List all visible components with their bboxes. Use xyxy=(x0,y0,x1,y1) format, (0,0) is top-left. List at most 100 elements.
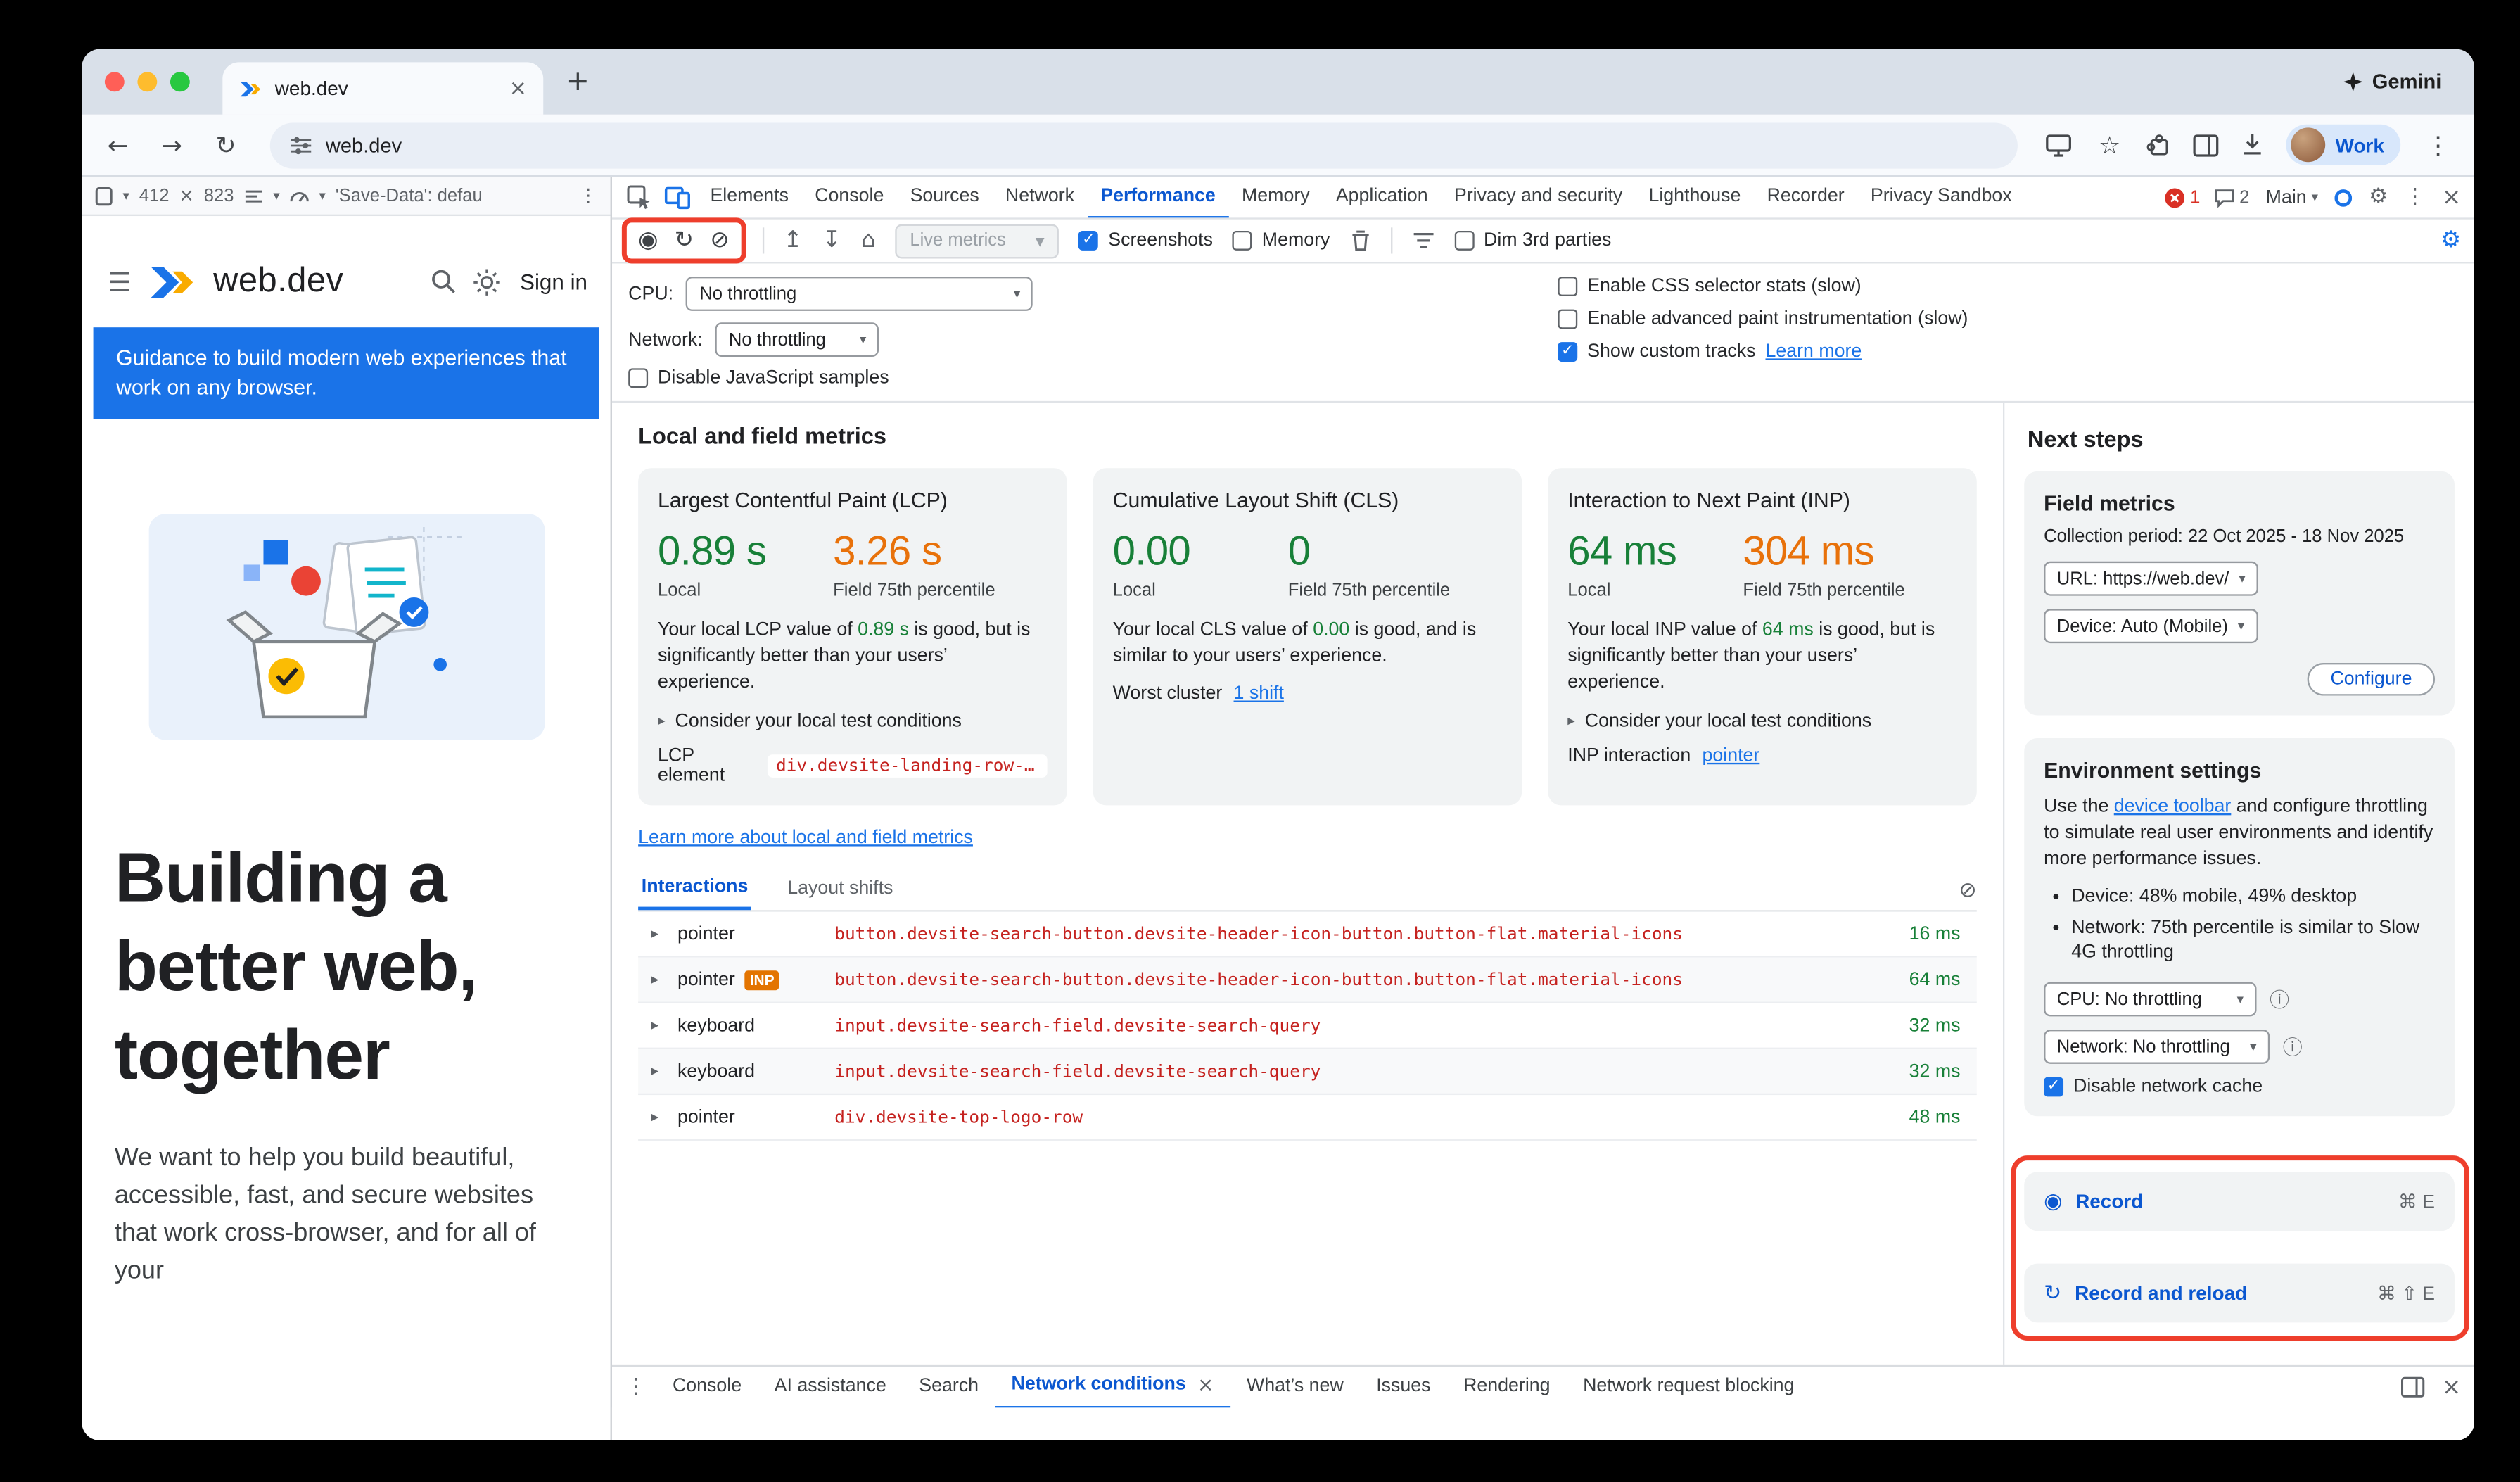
tab-privacy-security[interactable]: Privacy and security xyxy=(1441,177,1636,218)
address-bar[interactable]: web.dev xyxy=(270,122,2018,167)
save-profile-icon[interactable]: ↧ xyxy=(822,227,841,253)
context-selector[interactable]: Main xyxy=(2266,187,2307,207)
interaction-row[interactable]: ▸ keyboard input.devsite-search-field.de… xyxy=(638,1003,1977,1049)
memory-checkbox[interactable]: Memory xyxy=(1233,231,1330,251)
lcp-test-conditions-expander[interactable]: ▸ Consider your local test conditions xyxy=(658,712,1048,732)
lcp-element-chip[interactable]: div.devsite-landing-row-ite… xyxy=(768,754,1047,778)
tab-interactions[interactable]: Interactions xyxy=(638,878,751,911)
expander-icon[interactable]: ▸ xyxy=(651,1018,677,1034)
devtools-kebab-icon[interactable]: ⋮ xyxy=(2404,185,2425,210)
inp-interaction-link[interactable]: pointer xyxy=(1703,747,1760,766)
close-drawer-icon[interactable]: × xyxy=(2442,1374,2461,1400)
expander-icon[interactable]: ▸ xyxy=(651,971,677,987)
field-url-select[interactable]: URL: https://web.dev/ ▾ xyxy=(2044,562,2258,596)
chevron-down-icon[interactable]: ▾ xyxy=(122,188,129,203)
interaction-row[interactable]: ▸ pointer div.devsite-top-logo-row 48 ms xyxy=(638,1095,1977,1141)
drawer-tab-search[interactable]: Search xyxy=(903,1366,995,1408)
configure-button[interactable]: Configure xyxy=(2308,663,2435,696)
tab-recorder[interactable]: Recorder xyxy=(1754,177,1857,218)
drawer-tab-ai-assistance[interactable]: AI assistance xyxy=(758,1366,903,1408)
env-cpu-select[interactable]: CPU: No throttling ▾ xyxy=(2044,982,2256,1017)
capture-settings-gear-icon[interactable]: ⚙ xyxy=(2441,227,2461,253)
devtools-settings-gear-icon[interactable]: ⚙ xyxy=(2369,185,2388,210)
webdev-logo-icon[interactable] xyxy=(148,265,197,299)
record-and-reload-icon[interactable]: ↻ xyxy=(675,227,694,253)
browser-tab[interactable]: web.dev × xyxy=(222,62,543,114)
interaction-row[interactable]: ▸ keyboard input.devsite-search-field.de… xyxy=(638,1049,1977,1095)
drawer-tab-whats-new[interactable]: What’s new xyxy=(1230,1366,1360,1408)
dock-side-icon[interactable] xyxy=(2401,1376,2426,1398)
drawer-tab-issues[interactable]: Issues xyxy=(1360,1366,1447,1408)
tab-application[interactable]: Application xyxy=(1323,177,1441,218)
tab-close-icon[interactable]: × xyxy=(509,76,527,101)
css-selector-stats-checkbox[interactable]: Enable CSS selector stats (slow) xyxy=(1558,277,1968,296)
save-data-override[interactable]: 'Save-Data': defau xyxy=(336,186,483,205)
tab-performance[interactable]: Performance xyxy=(1088,177,1229,218)
device-toolbar-link[interactable]: device toolbar xyxy=(2114,797,2232,817)
theme-toggle-sun-icon[interactable] xyxy=(473,267,501,296)
clear-interactions-icon[interactable]: ⊘ xyxy=(1959,878,1976,909)
reload-page-button[interactable]: ↻ xyxy=(210,130,243,160)
minimize-window-button[interactable] xyxy=(137,72,157,91)
tab-network[interactable]: Network xyxy=(992,177,1087,218)
learn-field-metrics-link[interactable]: Learn more about local and field metrics xyxy=(638,828,973,848)
checkbox-checked[interactable] xyxy=(2044,1077,2063,1096)
info-icon[interactable]: ⓘ xyxy=(2270,985,2289,1013)
tab-console[interactable]: Console xyxy=(802,177,897,218)
checkbox-unchecked[interactable] xyxy=(1233,231,1252,251)
error-badge-icon[interactable] xyxy=(2165,187,2185,207)
devtools-close-icon[interactable]: × xyxy=(2442,184,2461,210)
tab-privacy-sandbox[interactable]: Privacy Sandbox xyxy=(1857,177,2025,218)
interaction-row[interactable]: ▸ pointer button.devsite-search-button.d… xyxy=(638,912,1977,958)
disable-js-samples-checkbox[interactable]: Disable JavaScript samples xyxy=(628,368,1545,388)
interaction-row[interactable]: ▸ pointer INP button.devsite-search-butt… xyxy=(638,958,1977,1003)
checkbox-unchecked[interactable] xyxy=(1558,310,1577,329)
env-network-select[interactable]: Network: No throttling ▾ xyxy=(2044,1030,2270,1064)
cls-worst-cluster-link[interactable]: 1 shift xyxy=(1234,684,1284,704)
show-custom-tracks-checkbox[interactable]: Show custom tracks Learn more xyxy=(1558,342,1968,362)
checkbox-checked[interactable] xyxy=(1078,231,1098,251)
error-count[interactable]: 1 xyxy=(2190,187,2200,207)
zoom-window-button[interactable] xyxy=(170,72,190,91)
tab-sources[interactable]: Sources xyxy=(897,177,992,218)
cpu-throttling-select[interactable]: No throttling ▾ xyxy=(687,277,1033,311)
record-icon[interactable]: ◉ xyxy=(638,227,658,253)
history-select[interactable]: Live metrics ▾ xyxy=(895,223,1059,258)
device-height-value[interactable]: 823 xyxy=(204,186,234,205)
bookmark-star-icon[interactable]: ☆ xyxy=(2093,130,2126,160)
live-metrics-home-icon[interactable]: ⌂ xyxy=(861,227,876,253)
drawer-tab-network-conditions[interactable]: Network conditions × xyxy=(995,1366,1230,1408)
expander-icon[interactable]: ▸ xyxy=(651,1063,677,1079)
hamburger-menu-icon[interactable]: ☰ xyxy=(108,266,132,297)
drawer-tab-network-request-blocking[interactable]: Network request blocking xyxy=(1567,1366,1811,1408)
new-tab-button[interactable]: + xyxy=(566,65,590,99)
device-toolbar-kebab-icon[interactable]: ⋮ xyxy=(579,185,597,206)
inp-test-conditions-expander[interactable]: ▸ Consider your local test conditions xyxy=(1567,712,1957,732)
chevron-down-icon[interactable]: ▾ xyxy=(273,188,279,203)
cast-icon[interactable] xyxy=(2046,134,2072,157)
checkbox-unchecked[interactable] xyxy=(1454,231,1474,251)
side-panel-icon[interactable] xyxy=(2193,134,2219,157)
record-button[interactable]: ◉ Record ⌘ E xyxy=(2024,1172,2455,1231)
gemini-button[interactable]: Gemini xyxy=(2343,70,2441,94)
record-and-reload-button[interactable]: ↻ Record and reload ⌘ ⇧ E xyxy=(2024,1264,2455,1323)
search-icon[interactable] xyxy=(430,268,456,294)
chevron-down-icon[interactable]: ▾ xyxy=(319,188,325,203)
screenshots-checkbox[interactable]: Screenshots xyxy=(1078,231,1213,251)
back-button[interactable]: ← xyxy=(101,130,134,160)
extensions-icon[interactable] xyxy=(2147,132,2172,157)
close-drawer-tab-icon[interactable]: × xyxy=(1197,1365,1214,1406)
browser-menu-kebab-icon[interactable]: ⋮ xyxy=(2422,130,2455,160)
issue-count[interactable]: 2 xyxy=(2239,187,2249,207)
info-icon[interactable]: ⓘ xyxy=(2283,1033,2303,1061)
drawer-tab-rendering[interactable]: Rendering xyxy=(1447,1366,1567,1408)
issues-bubble-icon[interactable] xyxy=(2213,187,2234,207)
zoom-select-icon[interactable] xyxy=(243,187,263,203)
checkbox-unchecked[interactable] xyxy=(1558,277,1577,296)
drawer-tab-console[interactable]: Console xyxy=(656,1366,758,1408)
close-window-button[interactable] xyxy=(105,72,125,91)
field-device-select[interactable]: Device: Auto (Mobile) ▾ xyxy=(2044,609,2258,643)
drawer-kebab-icon[interactable]: ⋮ xyxy=(625,1375,647,1400)
tab-lighthouse[interactable]: Lighthouse xyxy=(1636,177,1754,218)
sign-in-link[interactable]: Sign in xyxy=(520,270,587,294)
